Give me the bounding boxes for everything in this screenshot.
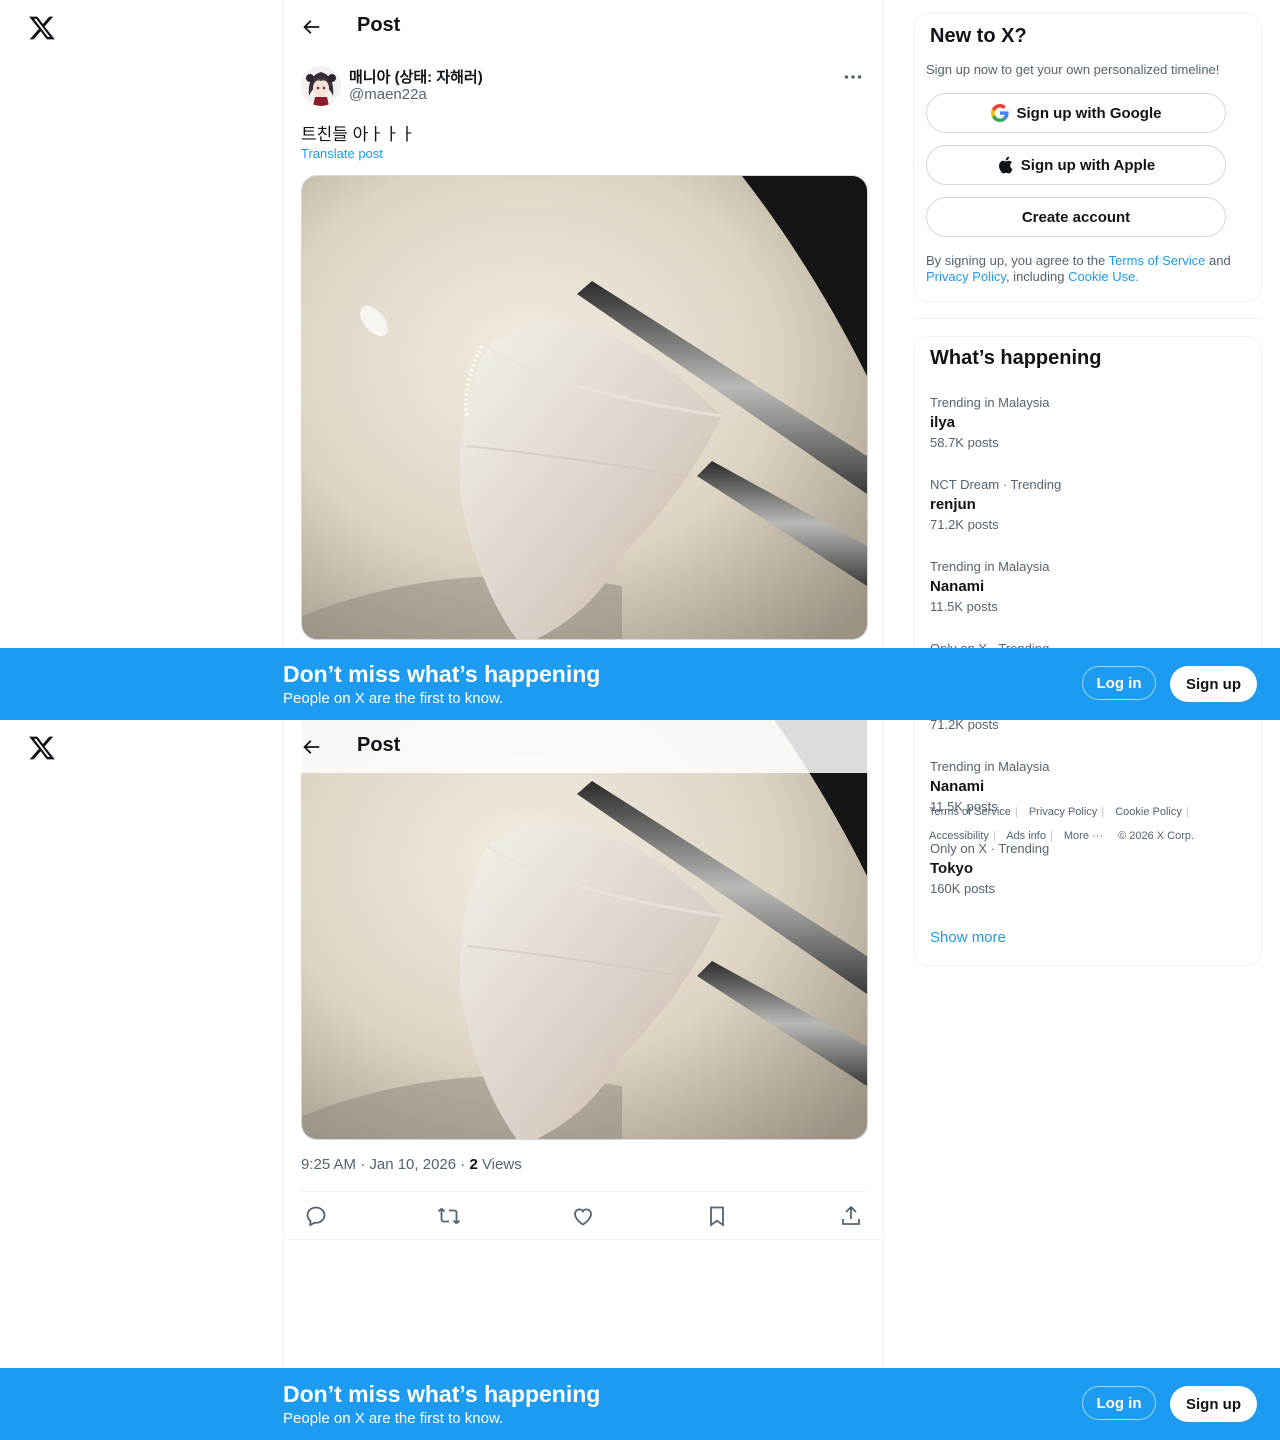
like-icon[interactable] xyxy=(571,1204,595,1228)
banner-title: Don’t miss what’s happening xyxy=(283,661,601,687)
post-author: 매니아 (상태: 자해러) @maen22a xyxy=(301,62,866,112)
google-icon xyxy=(990,104,1009,122)
arrow-left-icon[interactable] xyxy=(300,736,322,758)
apple-signup-label: Sign up with Apple xyxy=(1020,156,1156,174)
signup-card: New to X? Sign up now to get your own pe… xyxy=(913,12,1262,302)
create-account-label: Create account xyxy=(1021,208,1131,226)
trends-title: What’s happening xyxy=(930,347,1102,369)
arrow-left-icon[interactable] xyxy=(300,16,322,38)
privacy-link[interactable]: Privacy Policy xyxy=(926,269,1006,284)
login-banner: Don’t miss what’s happening People on X … xyxy=(0,1368,1280,1440)
post-header: Post xyxy=(284,0,883,53)
repost-icon[interactable] xyxy=(437,1204,461,1228)
copyright: © 2026 X Corp. xyxy=(1118,830,1195,842)
terms-link[interactable]: Terms of Service xyxy=(1109,253,1206,268)
signup-legal-text: By signing up, you agree to the Terms of… xyxy=(926,253,1231,284)
translate-post-link[interactable]: Translate post xyxy=(301,146,383,161)
banner-subtitle: People on X are the first to know. xyxy=(283,1410,504,1427)
google-signup-button[interactable]: Sign up with Google xyxy=(926,93,1226,133)
trend-item[interactable]: NCT Dream · Trending renjun 71.2K posts xyxy=(930,720,1240,733)
signup-button[interactable]: Sign up xyxy=(1170,1386,1257,1422)
divider xyxy=(284,1239,883,1240)
user-handle[interactable]: @maen22a xyxy=(349,86,427,103)
views-count: 2 xyxy=(469,1156,478,1173)
footer-terms-link[interactable]: Terms of Service xyxy=(929,806,1011,818)
banner-subtitle: People on X are the first to know. xyxy=(283,690,504,707)
trend-item[interactable]: Trending in Malaysia ilya 58.7K posts xyxy=(930,395,1240,451)
show-more-link[interactable]: Show more xyxy=(930,929,1006,946)
trend-item[interactable]: Trending in Malaysia Nanami 11.5K posts xyxy=(930,559,1240,615)
apple-icon xyxy=(998,156,1013,174)
signup-subtitle: Sign up now to get your own personalized… xyxy=(926,62,1220,77)
main-column: Post 매니아 (상태: 자해러) @maen22a 트친들 아ㅏㅏㅏ Tra… xyxy=(283,0,884,720)
viewport-bottom: Post 9:25 AM · Jan 10, 2026 · 2 Views 71… xyxy=(0,720,1280,1440)
post-image[interactable] xyxy=(301,175,868,640)
signup-title: New to X? xyxy=(930,25,1027,47)
apple-signup-button[interactable]: Sign up with Apple xyxy=(926,145,1226,185)
trend-item[interactable]: NCT Dream · Trending renjun 71.2K posts xyxy=(930,477,1240,533)
divider xyxy=(913,318,1262,319)
cookie-link[interactable]: Cookie Use. xyxy=(1068,269,1139,284)
post-image[interactable] xyxy=(301,720,868,1140)
avatar[interactable] xyxy=(301,66,341,106)
trend-item[interactable]: Only on X · Trending Tokyo 160K posts xyxy=(930,841,1240,897)
post-timestamp: 9:25 AM · Jan 10, 2026 · 2 Views xyxy=(301,1156,522,1173)
login-button[interactable]: Log in xyxy=(1082,666,1156,700)
post-header: Post xyxy=(284,720,883,773)
footer-accessibility-link[interactable]: Accessibility xyxy=(929,830,989,842)
reply-icon[interactable] xyxy=(304,1204,328,1228)
post-text: 트친들 아ㅏㅏㅏ xyxy=(301,125,416,144)
banner-title: Don’t miss what’s happening xyxy=(283,1381,601,1407)
post-actions xyxy=(301,1192,866,1240)
photo-sashimi-chopsticks xyxy=(302,176,867,639)
share-icon[interactable] xyxy=(839,1204,863,1228)
x-logo-icon[interactable] xyxy=(28,734,56,762)
footer-links: Terms of Service | Privacy Policy | Cookie… xyxy=(929,806,1195,842)
more-options-icon[interactable] xyxy=(840,64,866,90)
login-banner: Don’t miss what’s happening People on X … xyxy=(0,648,1280,720)
footer-cookie-link[interactable]: Cookie Policy xyxy=(1115,806,1182,818)
photo-sashimi-chopsticks xyxy=(302,720,867,1139)
create-account-button[interactable]: Create account xyxy=(926,197,1226,237)
main-column: Post 9:25 AM · Jan 10, 2026 · 2 Views xyxy=(283,720,884,1440)
google-signup-label: Sign up with Google xyxy=(1016,104,1162,122)
viewport-top: Post 매니아 (상태: 자해러) @maen22a 트친들 아ㅏㅏㅏ Tra… xyxy=(0,0,1280,720)
footer-ads-link[interactable]: Ads info xyxy=(1006,830,1046,842)
footer-privacy-link[interactable]: Privacy Policy xyxy=(1029,806,1097,818)
page-title: Post xyxy=(357,14,401,36)
x-logo-icon[interactable] xyxy=(28,14,56,42)
page-title: Post xyxy=(357,734,401,756)
display-name[interactable]: 매니아 (상태: 자해러) xyxy=(349,66,483,87)
signup-button[interactable]: Sign up xyxy=(1170,666,1257,702)
bookmark-icon[interactable] xyxy=(705,1204,729,1228)
login-button[interactable]: Log in xyxy=(1082,1386,1156,1420)
footer-more-link[interactable]: More ··· xyxy=(1064,830,1103,842)
